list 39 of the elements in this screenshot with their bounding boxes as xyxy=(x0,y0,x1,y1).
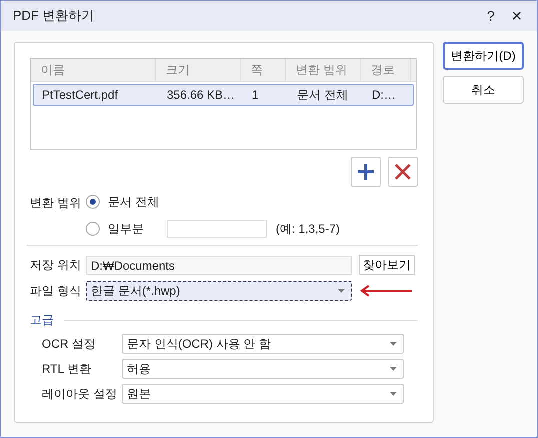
section-title: 고급 xyxy=(30,312,54,329)
x-icon xyxy=(394,163,412,181)
table-cell-text: PtTestCert.pdf xyxy=(41,87,120,104)
pages-field[interactable] xyxy=(167,220,267,238)
arrow-icon xyxy=(360,285,414,297)
browse-button[interactable]: 찾아보기 xyxy=(359,255,415,275)
add-button[interactable] xyxy=(351,157,381,187)
setting-label: 레이아웃 설정 xyxy=(42,386,118,402)
caret-icon xyxy=(390,392,397,396)
range-label: 변환 범위 xyxy=(30,195,82,212)
radio-label[interactable]: 일부분 xyxy=(108,220,167,238)
radio-label[interactable]: 문서 전체 xyxy=(108,194,167,210)
table-cell-text: 356.66 KB… xyxy=(166,87,236,104)
table-cell-text: 문서 전체 xyxy=(296,87,350,104)
setting-label: OCR 설정 xyxy=(42,336,97,352)
pages-hint: (예: 1,3,5-7) xyxy=(276,220,340,238)
window-title: PDF 변환하기 xyxy=(13,7,96,25)
table-cell-text: 1 xyxy=(251,87,260,104)
dialog-button[interactable]: 변환하기(D) xyxy=(443,42,524,70)
radio-button[interactable] xyxy=(86,222,100,236)
setting-dropdown[interactable]: 원본 xyxy=(122,384,404,404)
close-button[interactable]: × xyxy=(507,6,527,26)
file-format-label: 파일 형식 xyxy=(30,282,82,300)
table-cell-text: D:… xyxy=(371,87,397,104)
caret-icon xyxy=(390,342,397,346)
remove-button[interactable] xyxy=(388,157,418,187)
caret-icon xyxy=(338,289,345,293)
file-row[interactable]: PtTestCert.pdf 356.66 KB… 1 문서 전체 D:… xyxy=(33,84,414,106)
setting-dropdown[interactable]: 허용 xyxy=(122,359,404,379)
help-button[interactable]: ? xyxy=(481,8,501,24)
caret-icon xyxy=(390,367,397,371)
setting-dropdown[interactable]: 문자 인식(OCR) 사용 안 함 xyxy=(122,334,404,354)
save-location-label: 저장 위치 xyxy=(30,256,82,274)
plus-icon xyxy=(357,163,375,181)
radio-button[interactable] xyxy=(86,195,100,209)
file-format-dropdown[interactable]: 한글 문서(*.hwp) xyxy=(86,281,352,301)
setting-label: RTL 변환 xyxy=(42,360,92,378)
save-path-field[interactable]: D:₩Documents xyxy=(86,256,352,274)
dialog-button[interactable]: 취소 xyxy=(443,76,524,104)
